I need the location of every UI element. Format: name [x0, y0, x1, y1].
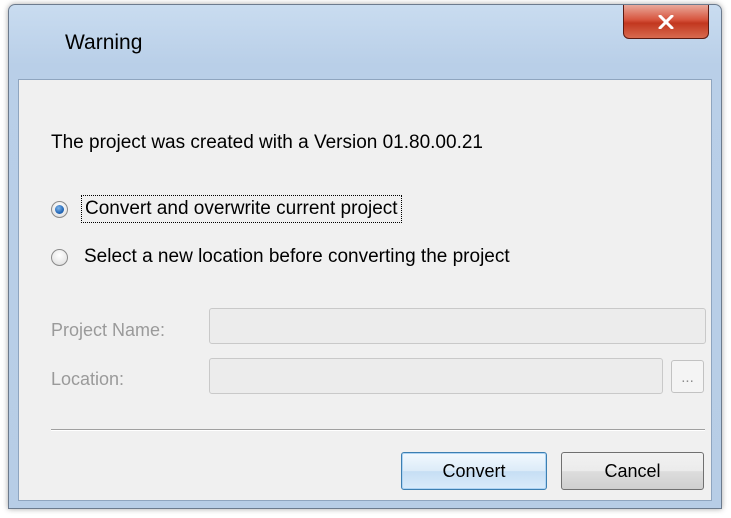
- close-button[interactable]: [623, 5, 709, 39]
- radio-selected-dot: [55, 204, 64, 214]
- separator: [51, 429, 705, 431]
- radio-new-location[interactable]: [51, 248, 68, 266]
- project-name-label: Project Name:: [51, 320, 166, 340]
- close-icon: [658, 14, 674, 29]
- option-new-location-label[interactable]: Select a new location before converting …: [81, 244, 513, 270]
- radio-convert-overwrite[interactable]: [51, 200, 68, 218]
- option-convert-overwrite-label[interactable]: Convert and overwrite current project: [81, 195, 402, 223]
- version-message: The project was created with a Version 0…: [51, 132, 483, 153]
- title-bar[interactable]: Warning: [9, 5, 721, 79]
- location-label: Location:: [51, 369, 125, 389]
- project-name-input[interactable]: [209, 308, 706, 344]
- option-new-location[interactable]: Select a new location before converting …: [51, 242, 513, 272]
- warning-dialog: Warning The project was created with a V…: [8, 4, 722, 509]
- browse-button[interactable]: ...: [671, 360, 704, 393]
- convert-button[interactable]: Convert: [401, 452, 547, 490]
- cancel-button[interactable]: Cancel: [561, 452, 704, 490]
- dialog-body: The project was created with a Version 0…: [18, 79, 712, 501]
- location-input[interactable]: [209, 358, 663, 394]
- window-title: Warning: [65, 31, 143, 54]
- option-convert-overwrite[interactable]: Convert and overwrite current project: [51, 194, 402, 224]
